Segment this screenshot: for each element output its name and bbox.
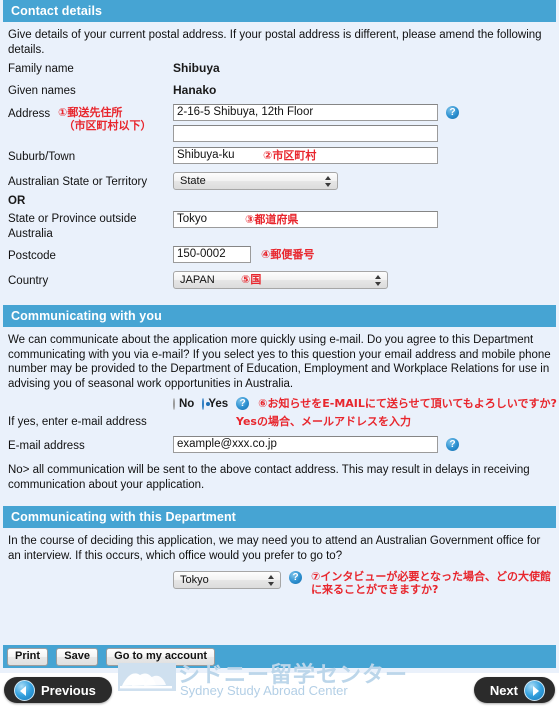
- label-email-address: E-mail address: [8, 440, 85, 452]
- label-state-outside-australia: State or Province outside Australia: [8, 213, 137, 240]
- chevron-updown-icon: [325, 175, 332, 188]
- row-family-name: Family name Shibuya: [8, 59, 551, 80]
- address-line2-input[interactable]: [173, 125, 438, 142]
- label-address: Address: [8, 108, 51, 120]
- annotation-interview-office: ⑦インタビューが必要となった場合、どの大使館 に来ることができますか?: [311, 570, 551, 596]
- form-action-toolbar: Print Save Go to my account: [3, 645, 556, 668]
- go-to-my-account-button[interactable]: Go to my account: [106, 648, 216, 666]
- email-field-wrap: ?: [173, 436, 459, 453]
- annotation-address: ①郵送先住所 （市区町村以下）: [58, 106, 152, 132]
- row-postcode: Postcode ④郵便番号: [8, 246, 551, 267]
- annotation-suburb: ②市区町村: [263, 149, 317, 162]
- row-given-names: Given names Hanako: [8, 81, 551, 102]
- help-icon-interview-office[interactable]: ?: [289, 571, 303, 584]
- previous-button[interactable]: Previous: [4, 677, 112, 703]
- address-line2-wrap: [173, 125, 459, 142]
- email-consent-radio-group: No Yes ? ⑥お知らせをE-MAILにて送らせて頂いてもよろしいですか?: [8, 397, 557, 410]
- radio-yes[interactable]: [202, 397, 211, 410]
- section-header-communicating-with-department: Communicating with this Department: [3, 506, 556, 528]
- label-given-names: Given names: [8, 85, 76, 97]
- next-button[interactable]: Next: [473, 677, 555, 703]
- label-address-group: Address ①郵送先住所 （市区町村以下）: [8, 104, 173, 132]
- label-postcode: Postcode: [8, 250, 56, 262]
- communicating-you-intro-text: We can communicate about the application…: [8, 334, 551, 390]
- state-outside-field-wrap: ③都道府県: [173, 209, 438, 228]
- annotation-email-consent: ⑥お知らせをE-MAILにて送らせて頂いてもよろしいですか?: [258, 397, 557, 410]
- interview-office-row: Tokyo ? ⑦インタビューが必要となった場合、どの大使館 に来ることができま…: [8, 570, 551, 596]
- address-line1-wrap: ?: [173, 104, 459, 121]
- watermark-english-text: Sydney Study Abroad Center: [180, 683, 348, 698]
- contact-intro-text: Give details of your current postal addr…: [8, 29, 542, 56]
- next-button-label: Next: [489, 682, 518, 698]
- annotation-country: ⑤国: [241, 273, 262, 286]
- interview-office-select-value: Tokyo: [180, 574, 209, 586]
- label-country: Country: [8, 275, 49, 287]
- annotation-if-yes-email: Yesの場合、メールアドレスを入力: [236, 415, 411, 428]
- country-select-wrap: JAPAN ⑤国: [173, 271, 388, 291]
- section-body-communicating-with-you: We can communicate about the application…: [0, 327, 559, 500]
- communicating-you-footnote-text: No> all communication will be sent to th…: [8, 464, 530, 491]
- radio-yes-label: Yes: [208, 397, 229, 410]
- value-family-name: Shibuya: [173, 61, 220, 75]
- row-suburb: Suburb/Town ②市区町村: [8, 147, 551, 168]
- radio-no-label: No: [179, 397, 195, 410]
- postcode-field-wrap: ④郵便番号: [173, 246, 314, 263]
- section-body-communicating-with-department: In the course of deciding this applicati…: [0, 528, 559, 608]
- country-select[interactable]: JAPAN: [173, 271, 388, 289]
- arrow-right-icon: [524, 679, 545, 701]
- address-line1-input[interactable]: [173, 104, 438, 121]
- help-icon-email-address[interactable]: ?: [446, 438, 459, 451]
- print-button[interactable]: Print: [7, 648, 49, 666]
- previous-button-label: Previous: [41, 682, 96, 698]
- suburb-field-wrap: ②市区町村: [173, 147, 438, 164]
- row-email-address: E-mail address ?: [8, 436, 551, 457]
- or-separator-label: OR: [8, 195, 26, 207]
- help-icon-address[interactable]: ?: [446, 106, 459, 119]
- section-header-contact-details: Contact details: [3, 0, 556, 22]
- row-country: Country JAPAN ⑤国: [8, 271, 551, 292]
- chevron-updown-icon: [268, 574, 275, 587]
- section-header-communicating-with-you: Communicating with you: [3, 305, 556, 327]
- australian-state-select[interactable]: State: [173, 172, 338, 190]
- arrow-left-icon: [14, 679, 35, 701]
- save-button[interactable]: Save: [56, 648, 98, 666]
- communicating-dept-intro-text: In the course of deciding this applicati…: [8, 535, 541, 562]
- row-address: Address ①郵送先住所 （市区町村以下） ?: [8, 104, 551, 142]
- australian-state-select-value: State: [180, 175, 206, 187]
- help-icon-email-consent[interactable]: ?: [236, 397, 250, 410]
- label-family-name: Family name: [8, 63, 74, 75]
- row-australian-state: Australian State or Territory State: [8, 172, 551, 193]
- email-input[interactable]: [173, 436, 438, 453]
- address-fields: ?: [173, 104, 459, 142]
- section-body-contact-details: Give details of your current postal addr…: [0, 22, 559, 299]
- label-australian-state: Australian State or Territory: [8, 176, 148, 188]
- application-form-page: Contact details Give details of your cur…: [0, 0, 559, 707]
- chevron-updown-icon: [375, 274, 382, 287]
- annotation-state-outside: ③都道府県: [245, 213, 299, 226]
- row-if-yes-email: If yes, enter e-mail address Yesの場合、メールア…: [8, 412, 551, 433]
- country-select-value: JAPAN: [180, 274, 215, 286]
- label-if-yes-enter-email: If yes, enter e-mail address: [8, 416, 147, 428]
- state-outside-input[interactable]: [173, 211, 438, 228]
- postcode-input[interactable]: [173, 246, 251, 263]
- annotation-postcode: ④郵便番号: [261, 248, 315, 261]
- page-navigation-bar: シドニー留学センター Sydney Study Abroad Center Pr…: [0, 663, 559, 707]
- value-given-names: Hanako: [173, 83, 217, 97]
- interview-office-select[interactable]: Tokyo: [173, 571, 282, 589]
- row-state-outside-australia: State or Province outside Australia ③都道府…: [8, 209, 551, 242]
- label-suburb: Suburb/Town: [8, 151, 76, 163]
- radio-no[interactable]: [173, 397, 175, 410]
